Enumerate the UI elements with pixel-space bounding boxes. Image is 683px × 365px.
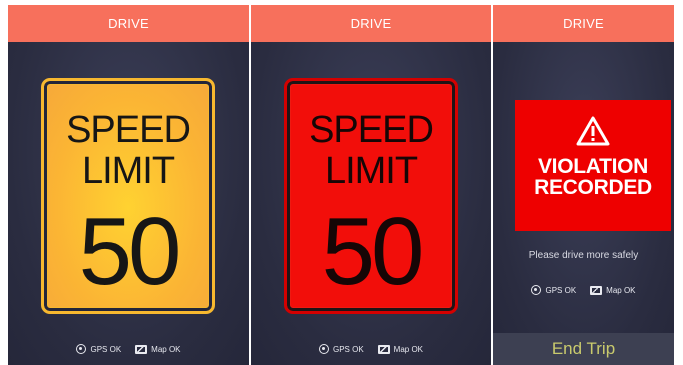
header-title: DRIVE — [493, 5, 674, 42]
map-icon — [377, 344, 390, 354]
sign-limit-text: LIMIT — [324, 150, 418, 192]
safety-message: Please drive more safely — [528, 250, 639, 261]
gps-icon — [76, 344, 87, 354]
header-title: DRIVE — [8, 5, 249, 42]
speed-limit-sign: SPEED LIMIT 50 — [41, 78, 215, 314]
speed-limit-value: 50 — [78, 198, 182, 305]
status-bar: GPS OK Map OK — [493, 285, 674, 295]
violation-line-2: RECORDED — [534, 176, 652, 200]
sign-limit-text: LIMIT — [81, 150, 175, 192]
map-status-label: Map OK — [393, 344, 424, 354]
status-bar: GPS OK Map OK — [8, 344, 249, 354]
gps-icon — [531, 285, 542, 295]
sign-speed-text: SPEED — [66, 109, 191, 151]
map-status: Map OK — [590, 285, 636, 295]
map-status: Map OK — [135, 344, 181, 354]
gps-status: GPS OK — [531, 285, 576, 295]
map-status-label: Map OK — [606, 285, 636, 295]
violation-alert: VIOLATION RECORDED — [515, 100, 671, 231]
gps-status-label: GPS OK — [90, 344, 122, 354]
map-icon — [135, 344, 148, 354]
gps-icon — [318, 344, 329, 354]
gps-status-label: GPS OK — [545, 285, 577, 295]
violation-title: VIOLATION RECORDED — [534, 156, 652, 199]
end-trip-button[interactable]: End Trip — [493, 333, 674, 365]
gps-status-label: GPS OK — [332, 344, 364, 354]
gps-status: GPS OK — [318, 344, 364, 354]
sign-speed-text: SPEED — [309, 109, 434, 151]
map-status: Map OK — [377, 344, 424, 354]
status-bar: GPS OK Map OK — [251, 344, 491, 354]
map-icon — [590, 285, 603, 295]
drive-screen-normal: DRIVE SPEED LIMIT 50 GPS OK Map OK — [8, 5, 249, 365]
header-title: DRIVE — [251, 5, 491, 42]
drive-screen-exceeded: DRIVE SPEED LIMIT 50 GPS OK Map OK — [251, 5, 491, 365]
speed-limit-value: 50 — [321, 198, 425, 305]
map-status-label: Map OK — [151, 344, 181, 354]
violation-line-1: VIOLATION — [537, 155, 649, 178]
speed-limit-sign-alert: SPEED LIMIT 50 — [284, 78, 458, 314]
gps-status: GPS OK — [76, 344, 121, 354]
drive-screen-violation: DRIVE VIOLATION RECORDED Please drive mo… — [493, 5, 674, 365]
warning-icon — [576, 116, 610, 146]
